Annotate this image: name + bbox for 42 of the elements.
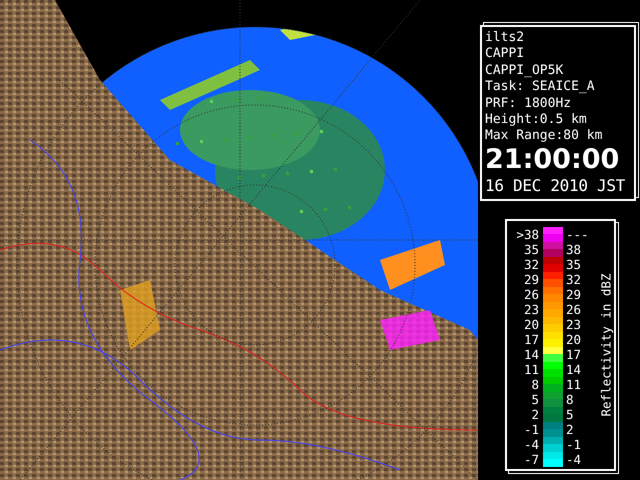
legend-high-value: 29 [566, 286, 582, 302]
info-text: PRF: 1800Hz [485, 96, 572, 112]
legend-high-value: 17 [566, 346, 582, 362]
legend-high-value: 38 [566, 242, 582, 257]
legend-high-value: -4 [566, 452, 582, 467]
legend-low-value: 14 [522, 346, 539, 362]
legend-high-value: --- [566, 226, 590, 242]
info-text: Task: SEAICE_A [485, 79, 596, 96]
legend-high-value: 14 [566, 362, 582, 377]
info-text: CAPPI [485, 46, 526, 63]
legend-low-value: 20 [522, 316, 539, 332]
legend-low-value: 26 [522, 286, 539, 302]
legend-low-value: -4 [522, 436, 539, 452]
info-text: CAPPI_OP5K [485, 62, 564, 80]
legend-high-value: 2 [566, 422, 575, 437]
legend-low-value: 17 [522, 332, 539, 347]
legend-high-value: 8 [566, 392, 575, 407]
legend-axis-label: Reflectivity in dBZ [598, 273, 614, 416]
date-text: 16 DEC 2010 JST [485, 174, 625, 197]
legend-high-value: 23 [566, 316, 582, 332]
legend-low-value: -1 [522, 422, 539, 437]
legend-low-value: 2 [530, 406, 539, 422]
legend-low-value: >38 [515, 226, 539, 242]
legend-low-value: 35 [522, 242, 539, 257]
legend-high-value: 26 [566, 302, 582, 317]
legend-low-value: -7 [522, 452, 539, 467]
legend-low-value: 29 [522, 272, 539, 287]
legend-high-value: -1 [566, 436, 582, 452]
legend-low-value: 5 [530, 392, 539, 407]
legend-high-value: 11 [566, 376, 582, 392]
legend-high-value: 32 [566, 272, 582, 287]
legend-high-value: 35 [566, 256, 582, 272]
time-text: 21:00:00 [485, 144, 620, 175]
legend-low-value: 23 [522, 302, 539, 317]
info-text: Height:0.5 km [485, 112, 588, 128]
info-text: Max Range:80 km [485, 128, 604, 145]
legend-low-value: 8 [530, 376, 539, 392]
legend-high-value: 5 [566, 406, 575, 422]
legend-high-value: 20 [566, 332, 582, 347]
legend-low-value: 32 [522, 256, 539, 272]
info-text: ilts2 [485, 30, 526, 46]
legend-low-value: 11 [522, 362, 539, 377]
